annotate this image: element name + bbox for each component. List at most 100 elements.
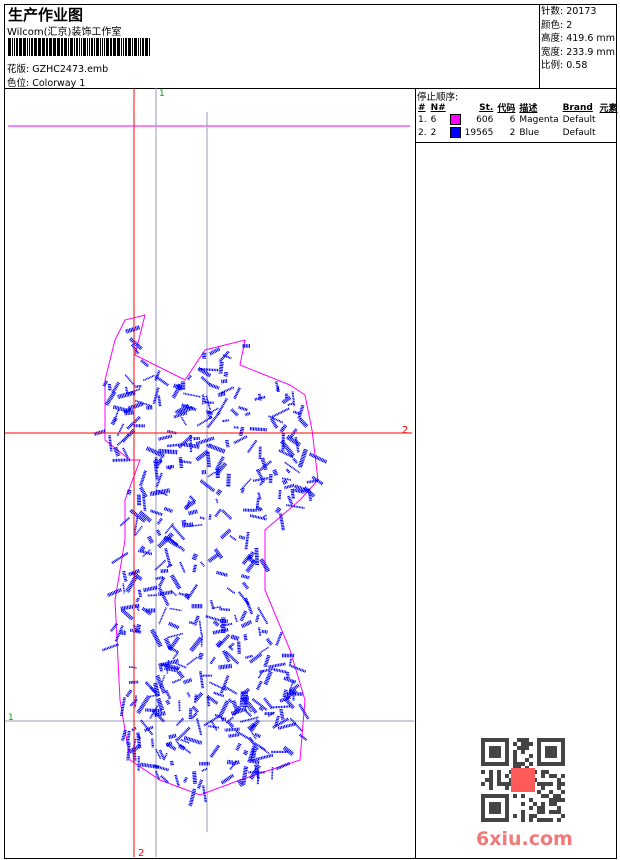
stitch-segment	[241, 766, 249, 785]
stitch-segment	[241, 581, 250, 590]
stitch-segment	[244, 709, 252, 717]
qr-module	[517, 738, 521, 742]
stitch-segment	[240, 619, 253, 629]
stitch-segment	[271, 407, 290, 419]
qr-module	[529, 818, 533, 822]
stitch-segment	[102, 643, 119, 652]
stitch-segment	[272, 469, 279, 477]
stitch-segment	[263, 654, 271, 668]
stitch-segment	[238, 426, 245, 437]
stitch-segment	[287, 402, 294, 407]
qr-module	[537, 806, 541, 810]
stitch-segment	[220, 717, 227, 722]
stitch-segment	[139, 545, 146, 552]
stitch-segment	[283, 483, 295, 490]
stitch-segment	[212, 620, 220, 627]
stitch-segment	[106, 587, 122, 598]
stitch-segment	[156, 697, 165, 712]
stitch-segment	[116, 434, 130, 447]
qr-module	[525, 746, 529, 750]
qr-module	[537, 810, 541, 814]
stitch-segment	[142, 495, 147, 511]
stitch-segment	[286, 504, 305, 509]
stitch-segment	[174, 662, 187, 669]
stitch-segment	[104, 390, 117, 406]
qr-module	[553, 794, 557, 798]
stitch-segment	[157, 590, 173, 597]
qr-module	[513, 750, 517, 754]
qr-module	[501, 782, 505, 786]
stitch-segment	[289, 717, 303, 732]
stitch-segment	[278, 489, 282, 500]
stitch-segment	[172, 652, 179, 660]
qr-module	[557, 810, 561, 814]
stitch-segment	[219, 607, 231, 612]
stitch-segment	[210, 720, 218, 732]
qr-module	[517, 762, 521, 766]
stitch-segment	[249, 426, 267, 432]
stitch-segment	[164, 548, 172, 567]
qr-module	[521, 810, 525, 814]
qr-module	[525, 742, 529, 746]
stitch-segment	[215, 498, 219, 504]
qr-module	[521, 750, 525, 754]
stitch-segment	[180, 738, 190, 744]
guide-label: 1	[159, 89, 165, 99]
stitch-segment	[218, 663, 233, 670]
qr-module	[525, 758, 529, 762]
stitch-segment	[220, 528, 232, 540]
stitch-segment	[197, 652, 204, 661]
stitch-segment	[158, 448, 178, 455]
qr-module	[529, 814, 533, 818]
stitch-segment	[271, 767, 274, 780]
qr-module	[541, 786, 545, 790]
qr-module	[545, 782, 549, 786]
stitch-segment	[107, 383, 112, 391]
stitch-segment	[233, 435, 248, 445]
stitch-segment	[191, 705, 199, 714]
stitch-segment	[220, 773, 235, 785]
stitch-segment	[292, 457, 299, 464]
qr-module	[553, 802, 557, 806]
stitch-segment	[288, 658, 292, 667]
stitch-segment	[265, 637, 273, 646]
design-canvas: 1 1 2 2	[5, 88, 414, 859]
stitch-segment	[208, 514, 212, 520]
stitch-segment	[279, 708, 285, 720]
qr-module	[557, 818, 561, 822]
stitch-segment	[175, 717, 185, 727]
stitch-segment	[179, 561, 186, 574]
stitch-segment	[270, 705, 290, 709]
qr-module	[529, 798, 533, 802]
stitch-segment	[255, 506, 262, 510]
guide-label: 1	[8, 713, 14, 723]
stitch-segment	[169, 607, 182, 612]
stitch-segment	[205, 451, 211, 468]
stitch-segment	[216, 570, 229, 577]
stitch-segment	[155, 529, 162, 537]
qr-module	[497, 770, 501, 774]
qr-module	[553, 798, 557, 802]
stitch-segment	[230, 408, 239, 417]
qr-module	[541, 782, 545, 786]
qr-module	[489, 746, 501, 758]
stitch-segment	[219, 675, 230, 694]
stitch-segment	[183, 776, 188, 783]
qr-module	[521, 762, 525, 766]
stitch-segment	[236, 641, 242, 655]
stitch-segment	[233, 387, 241, 400]
stitch-segment	[228, 645, 234, 651]
stitch-segment	[221, 509, 233, 521]
stitch-segment	[124, 325, 141, 334]
stitch-segment	[298, 733, 308, 742]
qr-module	[537, 818, 541, 822]
qr-module	[557, 806, 561, 810]
stitch-segment	[297, 404, 305, 420]
stitch-segment	[228, 642, 235, 649]
stitch-segment	[150, 509, 164, 517]
qr-module	[489, 770, 493, 774]
qr-module	[541, 802, 545, 806]
stitch-segment	[158, 434, 173, 441]
stitch-segment	[154, 375, 169, 387]
qr-module	[513, 794, 517, 798]
